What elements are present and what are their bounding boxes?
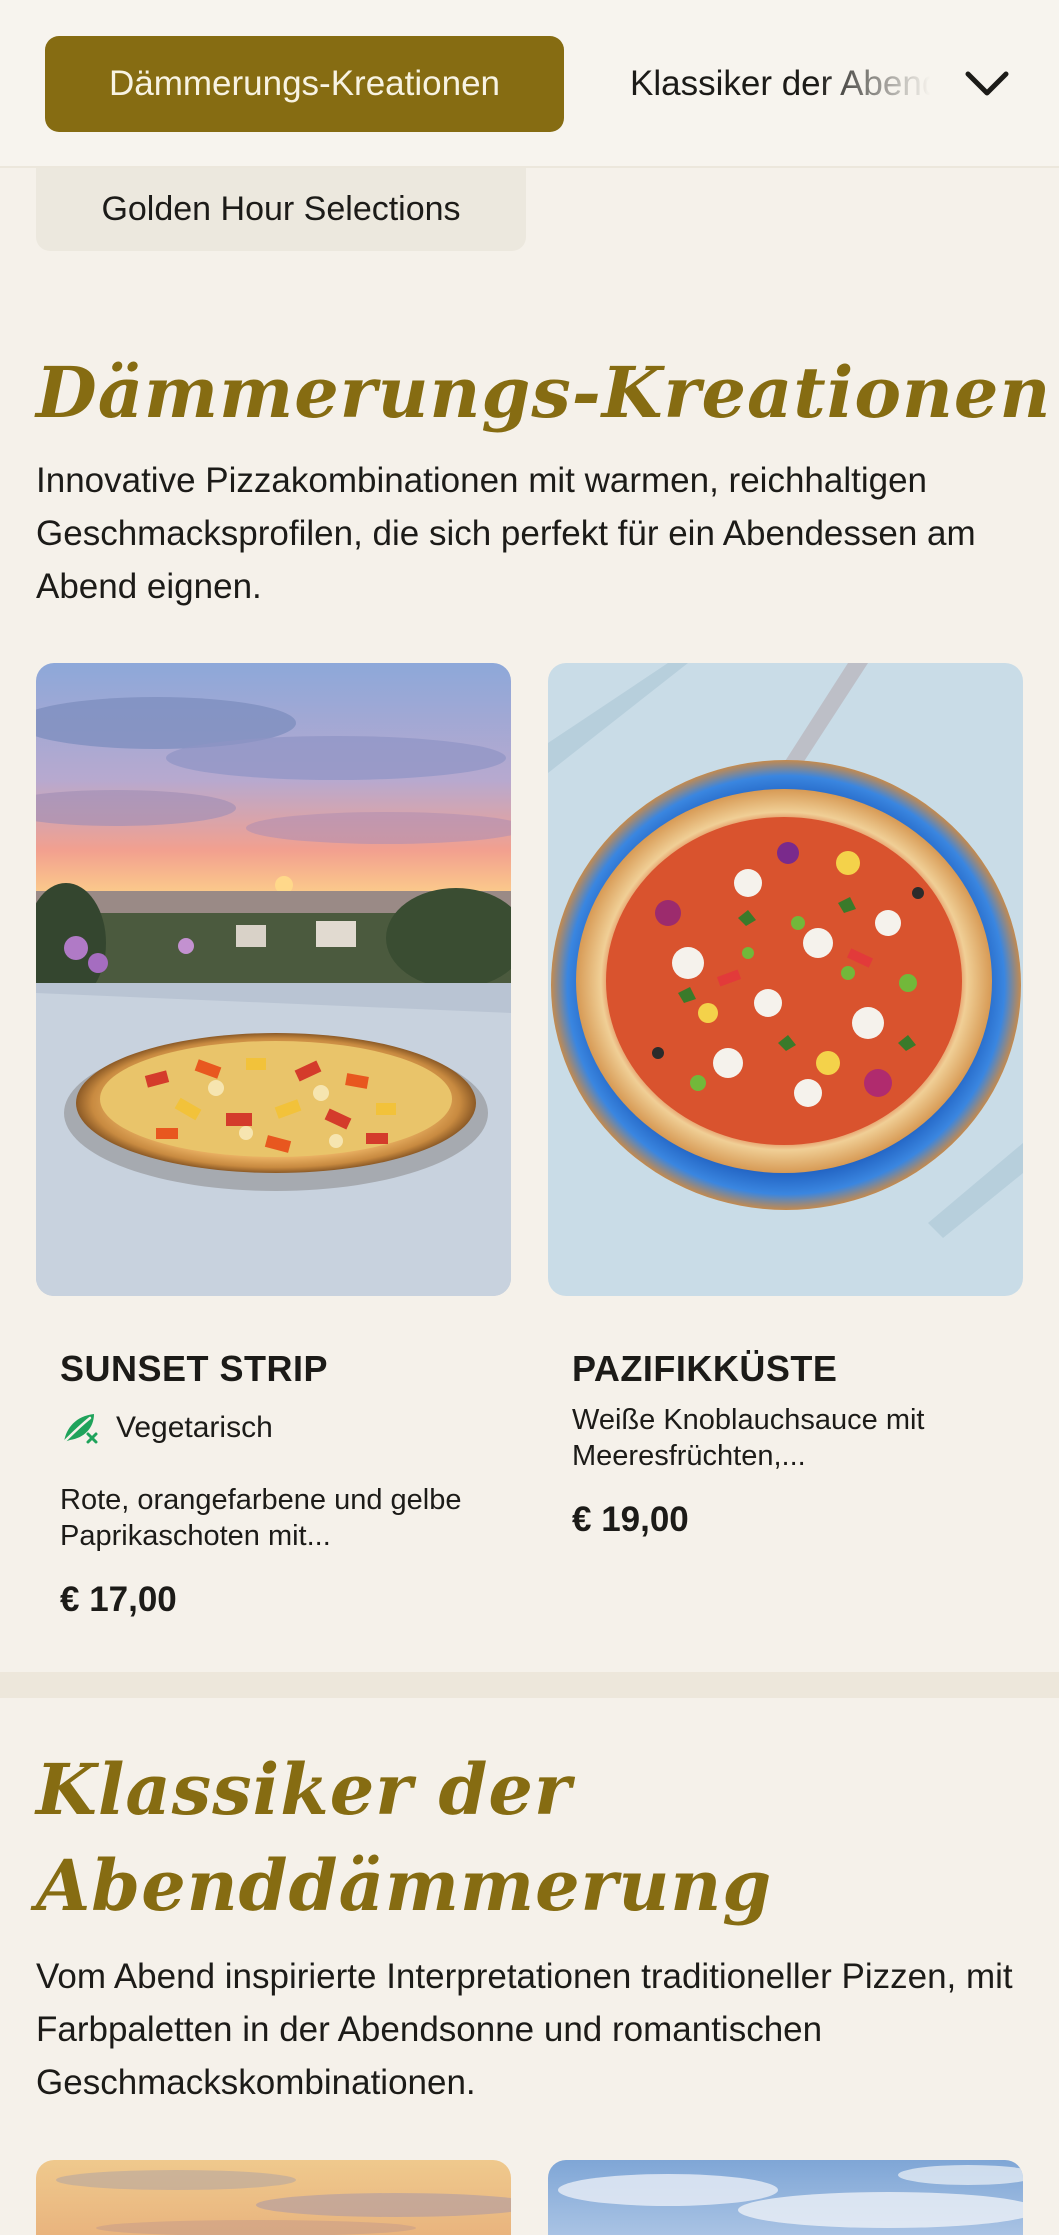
category-pill-golden-hour[interactable]: Golden Hour Selections: [36, 168, 526, 251]
pizza-photo: [548, 663, 1023, 1296]
chevron-down-icon[interactable]: [962, 62, 1012, 106]
menu-item-name: SUNSET STRIP: [60, 1348, 329, 1389]
menu-item-description: Weiße Knoblauchsauce mit Meeresfrüchten,…: [572, 1404, 925, 1472]
dietary-tag: Vegetarisch: [60, 1410, 487, 1446]
vegetarian-leaf-icon: [62, 1414, 98, 1444]
menu-item-description: Rote, orangefarbene und gelbe Paprikasch…: [60, 1484, 462, 1552]
category-pill-next[interactable]: Klassiker der Abenddämmerung: [630, 36, 930, 132]
category-nav: Dämmerungs-Kreationen Klassiker der Aben…: [0, 0, 1059, 168]
section-title: Klassiker der Abenddämmerung: [36, 1748, 773, 1927]
pizza-photo: [36, 2160, 511, 2235]
category-pill-active[interactable]: Dämmerungs-Kreationen: [45, 36, 564, 132]
pizza-photo: [548, 2160, 1023, 2235]
dietary-tag-label: Vegetarisch: [116, 1411, 273, 1444]
menu-item-price: € 19,00: [572, 1500, 689, 1539]
menu-item-card[interactable]: [548, 2160, 1023, 2235]
menu-item-name: PAZIFIKKÜSTE: [572, 1348, 838, 1389]
menu-item-card[interactable]: [36, 2160, 511, 2235]
section-description: Innovative Pizzakombinationen mit warmen…: [36, 461, 976, 606]
pizza-photo: [36, 663, 511, 1296]
menu-item-card[interactable]: SUNSET STRIP Vegetarisch Rote, orangefar…: [36, 663, 511, 1620]
section-title: Dämmerungs-Kreationen: [36, 351, 1052, 434]
menu-item-price: € 17,00: [60, 1580, 177, 1619]
section-description: Vom Abend inspirierte Interpretationen t…: [36, 1957, 1013, 2102]
section-divider: [0, 1672, 1059, 1698]
menu-item-card[interactable]: PAZIFIKKÜSTE Weiße Knoblauchsauce mit Me…: [548, 663, 1023, 1540]
